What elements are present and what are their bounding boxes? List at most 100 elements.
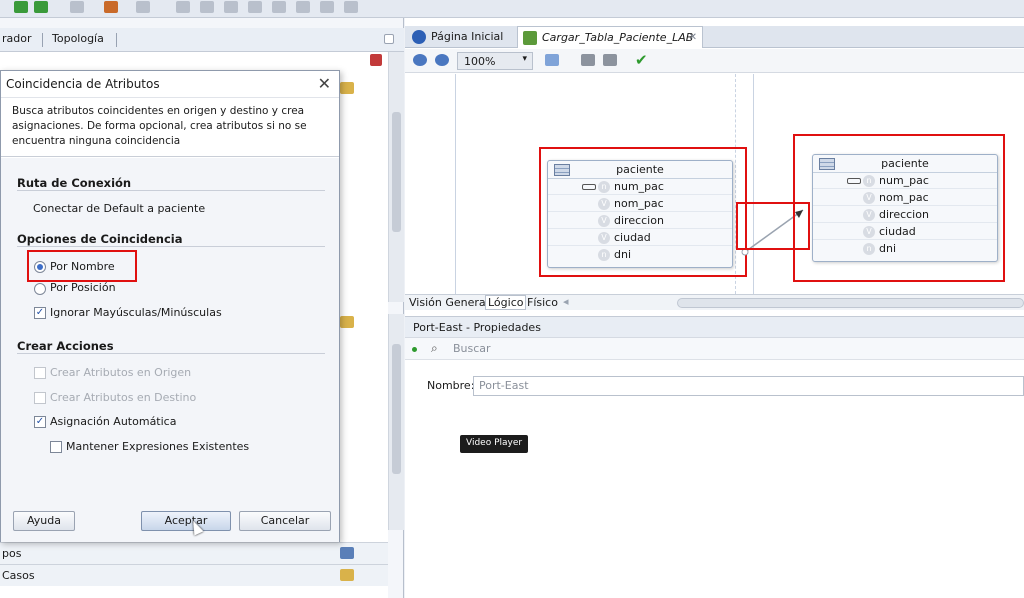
validate-check-icon[interactable]: ✔ [635,51,648,69]
close-tab-icon[interactable]: ✕ [689,27,697,49]
tab-designer[interactable]: rador [2,32,32,45]
divider [17,190,325,191]
status-dot-icon [412,347,417,352]
section-label: Casos [2,569,35,582]
minimize-icon[interactable] [384,34,394,44]
toolbar-tool-icon[interactable] [176,1,190,13]
gear-menu-icon[interactable] [340,547,354,559]
toolbar-tool-icon[interactable] [200,1,214,13]
folder-menu-icon[interactable] [340,569,354,581]
canvas-divider [455,74,456,294]
search-icon: ⌕ [431,341,438,355]
tab-vision-general[interactable]: Visión General [409,296,489,309]
section-heading-opciones: Opciones de Coincidencia [17,232,183,246]
stop-icon[interactable] [70,1,84,13]
mapping-icon [523,31,537,45]
mapping-editor: Página Inicial Cargar_Tabla_Paciente_LAB… [405,18,1024,598]
auto-assign-checkbox[interactable]: ✓ [34,416,46,428]
create-target-attrs-checkbox [34,392,46,404]
create-source-attrs-label: Crear Atributos en Origen [50,366,192,379]
zoom-select[interactable]: 100% ▾ [457,52,533,70]
tab-label: Cargar_Tabla_Paciente_LAB [542,31,694,44]
toolbar-tool-icon[interactable] [603,54,617,66]
tab-logico[interactable]: Lógico [485,295,527,310]
section-heading-crear: Crear Acciones [17,339,114,353]
cancel-button[interactable]: Cancelar [239,511,331,531]
help-button[interactable]: Ayuda [13,511,75,531]
highlight-box [27,250,137,282]
redo-icon[interactable] [136,1,150,13]
editor-toolbar: 100% ▾ ✔ [405,49,1024,73]
divider [17,246,325,247]
toolbar-tool-icon[interactable] [224,1,238,13]
video-player-tooltip: Video Player [460,435,529,453]
properties-title: Port-East - Propiedades [413,321,541,334]
scroll-left-icon[interactable]: ◂ [563,295,569,308]
toolbar-tool-icon[interactable] [344,1,358,13]
vertical-scrollbar[interactable] [388,52,404,302]
tab-pagina-inicial[interactable]: Página Inicial [407,26,515,48]
zoom-out-icon[interactable] [435,54,449,66]
toolbar-tool-icon[interactable] [296,1,310,13]
accordion-section[interactable]: Casos [0,564,388,586]
chevron-down-icon: ▾ [522,54,527,64]
view-tabs: Visión General Lógico Físico ◂ [405,294,1024,310]
dialog-titlebar: Coincidencia de Atributos ✕ [1,71,339,97]
fit-layout-icon[interactable] [545,54,559,66]
divider [17,353,325,354]
folder-menu-icon[interactable] [340,316,354,328]
toolbar-tool-icon[interactable] [248,1,262,13]
vertical-scrollbar[interactable] [388,314,404,530]
editor-tabs: Página Inicial Cargar_Tabla_Paciente_LAB… [405,26,1024,48]
section-heading-ruta: Ruta de Conexión [17,176,132,190]
dialog-title: Coincidencia de Atributos [6,77,160,91]
highlight-box [793,134,1005,282]
por-posicion-label[interactable]: Por Posición [50,281,116,294]
por-posicion-radio[interactable] [34,283,46,295]
properties-body: Nombre: Port-East Video Player [405,360,1024,598]
highlight-box [539,147,747,277]
auto-assign-label[interactable]: Asignación Automática [50,415,176,428]
accept-button[interactable]: Aceptar [141,511,231,531]
connect-icon[interactable] [370,54,382,66]
navigator-tabs: rador Topología [0,28,404,52]
tab-label: Página Inicial [431,30,504,43]
toolbar-tool-icon[interactable] [272,1,286,13]
search-input[interactable]: Buscar [453,342,491,355]
scrollbar-thumb[interactable] [392,344,401,474]
horizontal-scrollbar[interactable] [677,298,1024,308]
keep-expressions-checkbox[interactable] [50,441,62,453]
attribute-matching-dialog: Coincidencia de Atributos ✕ Busca atribu… [0,70,340,542]
tab-cargar-tabla[interactable]: Cargar_Tabla_Paciente_LAB ✕ [517,26,703,48]
name-field[interactable]: Port-East [473,376,1024,396]
help-circle-icon [412,30,426,44]
toolbar-tool-icon[interactable] [581,54,595,66]
create-target-attrs-label: Crear Atributos en Destino [50,391,197,404]
scrollbar-thumb[interactable] [392,112,401,232]
close-icon[interactable]: ✕ [318,74,331,93]
connection-path-value: Conectar de Default a paciente [33,202,206,215]
accordion-section[interactable]: pos [0,542,388,564]
toolbar-tool-icon[interactable] [320,1,334,13]
ignore-case-label[interactable]: Ignorar Mayúsculas/Minúsculas [50,306,222,319]
dialog-body: Ruta de Conexión Conectar de Default a p… [1,158,339,542]
section-label: pos [2,547,22,560]
keep-expressions-label[interactable]: Mantener Expresiones Existentes [66,440,249,453]
properties-search-bar: ⌕ Buscar [405,338,1024,360]
tab-separator [42,33,43,47]
properties-header: Port-East - Propiedades [405,316,1024,338]
create-source-attrs-checkbox [34,367,46,379]
folder-menu-icon[interactable] [340,82,354,94]
ignore-case-checkbox[interactable]: ✓ [34,307,46,319]
dialog-description: Busca atributos coincidentes en origen y… [1,97,339,157]
zoom-value: 100% [464,55,496,68]
name-label: Nombre: [427,379,475,392]
diagram-canvas[interactable]: paciente n num_pac V nom_pac V direccion… [405,74,1024,294]
undo-icon[interactable] [104,1,118,13]
main-toolbar [0,0,1024,18]
tab-topologia[interactable]: Topología [52,32,104,45]
debug-icon[interactable] [34,1,48,13]
zoom-in-icon[interactable] [413,54,427,66]
tab-fisico[interactable]: Físico [527,296,558,309]
run-icon[interactable] [14,1,28,13]
